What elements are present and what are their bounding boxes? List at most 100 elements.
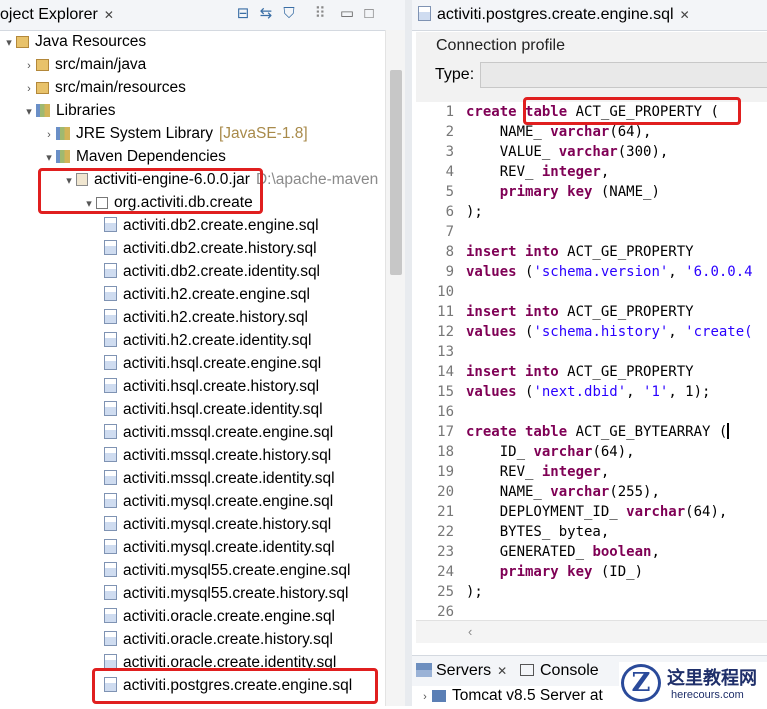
tree-item-file[interactable]: activiti.hsql.create.identity.sql — [102, 398, 323, 421]
tree-item-file[interactable]: activiti.hsql.create.history.sql — [102, 375, 319, 398]
tree-item[interactable]: › src/main/resources — [22, 76, 186, 99]
collapse-all-icon[interactable]: ⊟ — [234, 5, 252, 23]
sql-keyword: primary key — [499, 184, 593, 200]
code-line[interactable]: 10 — [416, 282, 466, 302]
tree-item-file[interactable]: activiti.hsql.create.engine.sql — [102, 352, 321, 375]
tree-item-file[interactable]: activiti.h2.create.identity.sql — [102, 329, 311, 352]
minimize-icon[interactable]: ▭ — [338, 5, 356, 23]
tree-item[interactable]: ▾ org.activiti.db.create — [82, 191, 252, 216]
editor-horizontal-scrollbar[interactable]: ‹ — [416, 620, 767, 643]
tree-vertical-scrollbar[interactable] — [385, 30, 405, 706]
tree-item-file[interactable]: activiti.mysql55.create.engine.sql — [102, 559, 350, 582]
code-line[interactable]: 15 values ('next.dbid', '1', 1); — [416, 382, 710, 402]
tab-project-explorer[interactable]: oject Explorer ✕ — [0, 0, 114, 30]
code-line[interactable]: 3 VALUE_ varchar(300), — [416, 142, 669, 162]
tree-item-file[interactable]: activiti.mysql55.create.history.sql — [102, 582, 348, 605]
tree-item[interactable]: ▾ activiti-engine-6.0.0.jar D:\apache-mave… — [62, 168, 378, 191]
code-line[interactable]: 2 NAME_ varchar(64), — [416, 122, 652, 142]
chevron-down-icon[interactable]: ▾ — [62, 170, 76, 193]
chevron-down-icon[interactable]: ▾ — [82, 193, 96, 216]
code-line[interactable]: 26 — [416, 602, 466, 620]
tree-item-label: activiti.h2.create.history.sql — [123, 309, 308, 326]
scroll-left-icon[interactable]: ‹ — [468, 624, 472, 639]
code-line[interactable]: 24 primary key (ID_) — [416, 562, 643, 582]
code-line[interactable]: 21 DEPLOYMENT_ID_ varchar(64), — [416, 502, 727, 522]
server-entry-label: Tomcat v8.5 Server at — [452, 687, 603, 704]
tree-item-file[interactable]: activiti.oracle.create.identity.sql — [102, 651, 336, 674]
code-line[interactable]: 17 create table ACT_GE_BYTEARRAY ( — [416, 422, 730, 442]
sql-keyword: values — [466, 264, 517, 280]
code-line[interactable]: 11 insert into ACT_GE_PROPERTY — [416, 302, 694, 322]
chevron-right-icon[interactable]: › — [22, 55, 36, 78]
sql-keyword: create table — [466, 424, 568, 440]
tree-item[interactable]: ▾ Maven Dependencies — [42, 145, 226, 168]
tree-item[interactable]: ▾ Libraries — [22, 99, 115, 122]
close-icon[interactable]: ✕ — [680, 8, 690, 22]
tree-item-file[interactable]: activiti.db2.create.identity.sql — [102, 260, 320, 283]
tree-item[interactable]: › JRE System Library [JavaSE-1.8] — [42, 122, 308, 145]
chevron-down-icon[interactable]: ▾ — [2, 32, 16, 55]
tree-item[interactable]: › src/main/java — [22, 53, 146, 76]
code-text: , — [651, 544, 660, 560]
sql-file-icon — [104, 424, 117, 439]
chevron-down-icon[interactable]: ▾ — [42, 147, 56, 170]
chevron-down-icon[interactable]: ▾ — [22, 101, 36, 124]
tree-item-file[interactable]: activiti.db2.create.history.sql — [102, 237, 317, 260]
scrollbar-thumb[interactable] — [390, 70, 402, 275]
code-line[interactable]: 19 REV_ integer, — [416, 462, 609, 482]
line-number: 8 — [445, 244, 454, 260]
tree-item-file[interactable]: activiti.mysql.create.identity.sql — [102, 536, 335, 559]
code-text: ACT_GE_PROPERTY — [558, 304, 694, 320]
code-line[interactable]: 12 values ('schema.history', 'create( — [416, 322, 752, 342]
tree-item-label: JRE System Library — [76, 125, 213, 142]
chevron-right-icon[interactable]: › — [22, 78, 36, 101]
tree-item-file[interactable]: activiti.postgres.create.engine.sql — [102, 674, 352, 697]
maximize-icon[interactable]: □ — [360, 5, 378, 23]
tree-item-file[interactable]: activiti.mssql.create.identity.sql — [102, 467, 335, 490]
close-icon[interactable]: ✕ — [497, 664, 507, 678]
tree-item-file[interactable]: activiti.h2.create.history.sql — [102, 306, 308, 329]
code-line[interactable]: 5 primary key (NAME_) — [416, 182, 660, 202]
tree-item-file[interactable]: activiti.mysql.create.engine.sql — [102, 490, 333, 513]
sql-code-editor[interactable]: 1 create table ACT_GE_PROPERTY (2 NAME_ v… — [416, 102, 767, 620]
close-icon[interactable]: ✕ — [104, 8, 114, 22]
code-line[interactable]: 22 BYTES_ bytea, — [416, 522, 609, 542]
code-line[interactable]: 9 values ('schema.version', '6.0.0.4 — [416, 262, 753, 282]
chevron-right-icon[interactable]: › — [42, 124, 56, 147]
sql-file-icon — [104, 516, 117, 531]
link-with-editor-icon[interactable]: ⇆ — [257, 5, 275, 23]
tree-item-label: activiti.mysql.create.engine.sql — [123, 493, 334, 510]
code-line[interactable]: 18 ID_ varchar(64), — [416, 442, 634, 462]
sql-file-icon — [104, 654, 117, 669]
tree-item-file[interactable]: activiti.oracle.create.history.sql — [102, 628, 333, 651]
tree-item-file[interactable]: activiti.mssql.create.history.sql — [102, 444, 331, 467]
tab-servers[interactable]: Servers ✕ — [416, 656, 507, 686]
code-line[interactable]: 4 REV_ integer, — [416, 162, 610, 182]
tree-item-file[interactable]: activiti.mssql.create.engine.sql — [102, 421, 333, 444]
tree-item-file[interactable]: activiti.mysql.create.history.sql — [102, 513, 331, 536]
tree-item-file[interactable]: activiti.oracle.create.engine.sql — [102, 605, 335, 628]
code-line[interactable]: 8 insert into ACT_GE_PROPERTY — [416, 242, 694, 262]
panel-splitter[interactable] — [405, 0, 412, 706]
code-line[interactable]: 13 — [416, 342, 466, 362]
code-line[interactable]: 25); — [416, 582, 483, 602]
tab-sql-editor[interactable]: activiti.postgres.create.engine.sql ✕ — [418, 0, 690, 30]
type-field[interactable] — [480, 62, 767, 88]
sql-keyword: insert into — [466, 364, 559, 380]
code-line[interactable]: 20 NAME_ varchar(255), — [416, 482, 660, 502]
code-line[interactable]: 7 — [416, 222, 466, 242]
sql-keyword: varchar — [550, 484, 610, 500]
code-line[interactable]: 14 insert into ACT_GE_PROPERTY — [416, 362, 693, 382]
server-entry[interactable]: › Tomcat v8.5 Server at — [418, 684, 603, 707]
code-line[interactable]: 6); — [416, 202, 483, 222]
view-menu-icon[interactable]: ⠿ — [311, 5, 329, 23]
tree-item[interactable]: ▾ Java Resources — [2, 30, 146, 53]
code-line[interactable]: 1 create table ACT_GE_PROPERTY ( — [416, 102, 719, 122]
tree-item-file[interactable]: activiti.db2.create.engine.sql — [102, 214, 319, 237]
tab-console[interactable]: Console — [520, 656, 599, 686]
filter-icon[interactable]: ⛉ — [280, 5, 298, 23]
tree-item-file[interactable]: activiti.h2.create.engine.sql — [102, 283, 310, 306]
code-line[interactable]: 16 — [416, 402, 466, 422]
tree-item-label: activiti.oracle.create.engine.sql — [123, 608, 335, 625]
code-line[interactable]: 23 GENERATED_ boolean, — [416, 542, 660, 562]
